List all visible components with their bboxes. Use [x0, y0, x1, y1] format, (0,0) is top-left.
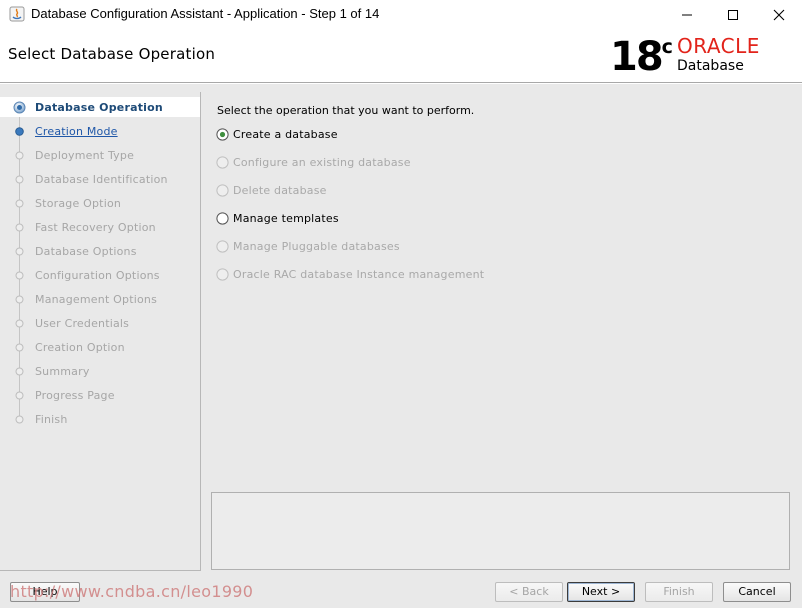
operation-option: Delete database — [216, 182, 546, 200]
maximize-icon — [727, 9, 739, 21]
watermark-url: http://www.cndba.cn/leo1990 — [10, 582, 254, 601]
sidebar-step: Deployment Type — [0, 145, 200, 165]
operation-option-label: Configure an existing database — [233, 156, 411, 169]
logo-product: Database — [677, 58, 744, 74]
minimize-button[interactable] — [664, 0, 710, 30]
sidebar-step: User Credentials — [0, 313, 200, 333]
radio-unselected-icon — [216, 156, 229, 169]
logo-brand: ORACLE — [677, 34, 760, 58]
radio-unselected-icon — [216, 240, 229, 253]
sidebar-step: Configuration Options — [0, 265, 200, 285]
pending-step-icon — [13, 413, 26, 426]
radio-unselected-icon[interactable] — [216, 212, 229, 225]
sidebar-step-label: User Credentials — [35, 317, 130, 330]
oracle-18c-logo: 18c ORACLE Database — [610, 35, 790, 79]
operation-option: Configure an existing database — [216, 154, 546, 172]
page-title: Select Database Operation — [8, 45, 216, 63]
sidebar-step-label: Finish — [35, 413, 68, 426]
next-step-icon — [13, 125, 26, 138]
operation-prompt: Select the operation that you want to pe… — [217, 104, 475, 117]
close-icon — [773, 9, 785, 21]
pending-step-icon — [13, 197, 26, 210]
next-button[interactable]: Next > — [567, 582, 635, 602]
sidebar-step-label: Deployment Type — [35, 149, 135, 162]
steps-sidebar: Database Operation Creation Mode Deploymen… — [0, 92, 201, 571]
radio-unselected-icon — [216, 184, 229, 197]
operation-option: Manage Pluggable databases — [216, 238, 546, 256]
current-step-icon — [13, 101, 26, 114]
operation-option-label: Create a database — [233, 128, 338, 141]
window-title-bar: Database Configuration Assistant - Appli… — [0, 0, 802, 30]
sidebar-step-label: Storage Option — [35, 197, 122, 210]
logo-version: 18c — [610, 34, 673, 80]
sidebar-step-label: Database Identification — [35, 173, 168, 186]
sidebar-step: Summary — [0, 361, 200, 381]
sidebar-step-label: Management Options — [35, 293, 158, 306]
pending-step-icon — [13, 149, 26, 162]
wizard-header: Select Database Operation 18c ORACLE Dat… — [0, 30, 802, 83]
minimize-icon — [681, 9, 693, 21]
pending-step-icon — [13, 317, 26, 330]
sidebar-step-label: Progress Page — [35, 389, 115, 402]
sidebar-step: Database Operation — [0, 97, 200, 117]
sidebar-step: Storage Option — [0, 193, 200, 213]
sidebar-step: Fast Recovery Option — [0, 217, 200, 237]
finish-button[interactable]: Finish — [645, 582, 713, 602]
operation-option[interactable]: Create a database — [216, 126, 546, 144]
maximize-button[interactable] — [710, 0, 756, 30]
java-icon — [9, 6, 25, 22]
operation-option-label: Manage templates — [233, 212, 339, 225]
sidebar-step-label: Database Options — [35, 245, 137, 258]
sidebar-step-label: Database Operation — [35, 101, 163, 114]
sidebar-step: Database Options — [0, 241, 200, 261]
pending-step-icon — [13, 221, 26, 234]
pending-step-icon — [13, 293, 26, 306]
pending-step-icon — [13, 173, 26, 186]
pending-step-icon — [13, 389, 26, 402]
pending-step-icon — [13, 245, 26, 258]
radio-unselected-icon — [216, 268, 229, 281]
close-button[interactable] — [756, 0, 802, 30]
sidebar-step-label: Fast Recovery Option — [35, 221, 156, 234]
sidebar-step-label: Creation Mode — [35, 125, 118, 138]
sidebar-step: Creation Option — [0, 337, 200, 357]
cancel-button[interactable]: Cancel — [723, 582, 791, 602]
operation-option-label: Manage Pluggable databases — [233, 240, 400, 253]
window-title: Database Configuration Assistant - Appli… — [31, 6, 380, 21]
operation-option: Oracle RAC database Instance management — [216, 266, 546, 284]
wizard-body: Database Operation Creation Mode Deploymen… — [0, 84, 802, 608]
sidebar-step[interactable]: Creation Mode — [0, 121, 200, 141]
back-button[interactable]: < Back — [495, 582, 563, 602]
pending-step-icon — [13, 341, 26, 354]
sidebar-step-label: Configuration Options — [35, 269, 160, 282]
operation-option[interactable]: Manage templates — [216, 210, 546, 228]
sidebar-step-label: Summary — [35, 365, 90, 378]
operation-option-label: Delete database — [233, 184, 327, 197]
radio-selected-icon[interactable] — [216, 128, 229, 141]
sidebar-step: Finish — [0, 409, 200, 429]
pending-step-icon — [13, 269, 26, 282]
pending-step-icon — [13, 365, 26, 378]
sidebar-step-label: Creation Option — [35, 341, 125, 354]
operation-option-label: Oracle RAC database Instance management — [233, 268, 485, 281]
message-area — [211, 492, 790, 570]
sidebar-step: Management Options — [0, 289, 200, 309]
sidebar-step: Progress Page — [0, 385, 200, 405]
sidebar-step: Database Identification — [0, 169, 200, 189]
